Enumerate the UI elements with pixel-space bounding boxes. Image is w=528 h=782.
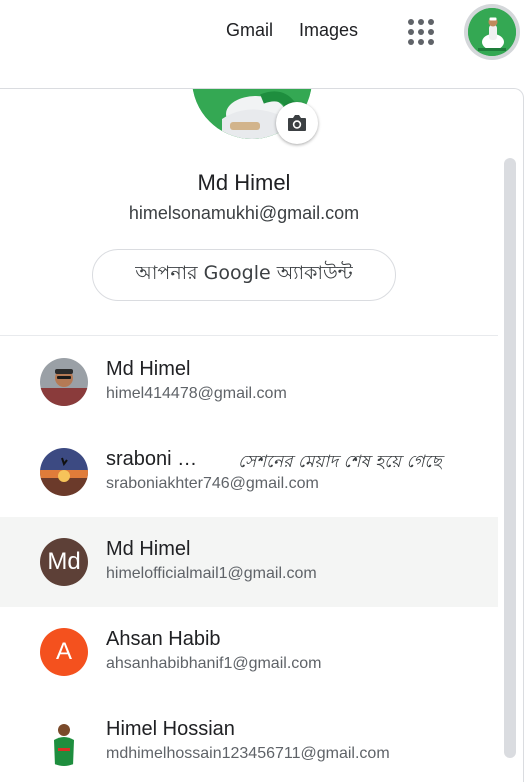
account-avatar-button[interactable]	[464, 4, 520, 60]
account-item[interactable]: Md Himel himel414478@gmail.com	[0, 337, 498, 427]
account-email: himelofficialmail1@gmail.com	[106, 565, 317, 582]
top-bar: Gmail Images	[0, 0, 528, 70]
divider	[0, 335, 498, 336]
account-avatar-photo	[40, 718, 88, 766]
account-item[interactable]: Md Md Himel himelofficialmail1@gmail.com	[0, 517, 498, 607]
session-expired-status: সেশনের মেয়াদ শেষ হয়ে গেছে	[238, 452, 442, 472]
account-avatar-letter: A	[40, 628, 88, 676]
account-item[interactable]: sraboni … সেশনের মেয়াদ শেষ হয়ে গেছে sr…	[0, 427, 498, 517]
account-name: Ahsan Habib	[106, 628, 221, 650]
account-avatar-letter: Md	[40, 538, 88, 586]
account-name: sraboni …	[106, 448, 198, 470]
profile-name: Md Himel	[197, 170, 291, 195]
account-email: mdhimelhossain123456711@gmail.com	[106, 745, 390, 762]
camera-icon	[288, 115, 306, 131]
panel-scrollbar[interactable]	[504, 158, 516, 758]
account-email: ahsanhabibhanif1@gmail.com	[106, 655, 322, 672]
account-avatar-photo	[40, 358, 88, 406]
account-email: himel414478@gmail.com	[106, 385, 287, 402]
apps-grid-icon[interactable]	[408, 19, 434, 45]
account-name: Md Himel	[106, 538, 191, 560]
gmail-link[interactable]: Gmail	[226, 20, 273, 41]
account-list: Md Himel himel414478@gmail.com sraboni ……	[0, 337, 498, 782]
manage-account-button[interactable]: আপনার Google অ্যাকাউন্ট	[92, 249, 396, 301]
account-name: Himel Hossian	[106, 718, 235, 740]
account-item[interactable]: Himel Hossian mdhimelhossain123456711@gm…	[0, 697, 498, 782]
account-avatar-photo	[40, 448, 88, 496]
profile-avatar	[468, 8, 516, 56]
account-name: Md Himel	[106, 358, 191, 380]
account-email: sraboniakhter746@gmail.com	[106, 475, 319, 492]
account-panel: Md Himel himelsonamukhi@gmail.com আপনার …	[0, 88, 524, 782]
change-photo-button[interactable]	[276, 102, 318, 144]
profile-email: himelsonamukhi@gmail.com	[128, 203, 360, 223]
images-link[interactable]: Images	[299, 20, 358, 41]
account-item[interactable]: A Ahsan Habib ahsanhabibhanif1@gmail.com	[0, 607, 498, 697]
